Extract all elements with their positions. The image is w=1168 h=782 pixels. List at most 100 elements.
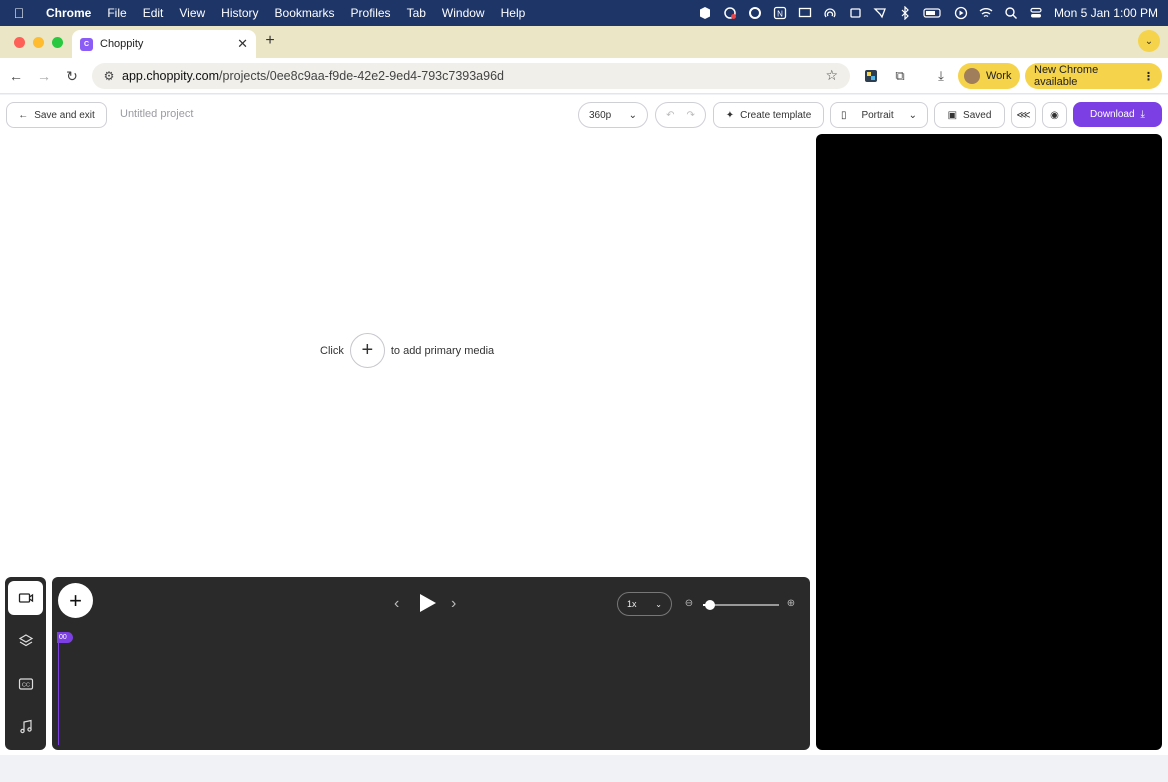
playhead-line[interactable] bbox=[58, 632, 59, 745]
empty-suffix: to add primary media bbox=[390, 344, 495, 357]
empty-prefix: Click bbox=[320, 344, 344, 357]
downloads-icon[interactable]: ⤓ bbox=[932, 67, 950, 85]
orientation-select[interactable]: ▯ Portrait ⌄ bbox=[830, 102, 928, 128]
cursor-icon[interactable] bbox=[873, 6, 887, 20]
share-icon: ⋘ bbox=[1016, 109, 1031, 121]
video-preview[interactable] bbox=[816, 134, 1162, 750]
next-frame-icon[interactable]: › bbox=[451, 595, 456, 613]
redo-icon[interactable]: ↷ bbox=[687, 110, 695, 121]
menu-app-name[interactable]: Chrome bbox=[38, 6, 99, 20]
play-circle-icon[interactable] bbox=[954, 6, 968, 20]
battery-icon[interactable] bbox=[923, 6, 943, 20]
notion-icon[interactable]: N bbox=[773, 6, 787, 20]
back-button[interactable]: ← bbox=[6, 66, 26, 86]
chrome-update-button[interactable]: New Chrome available ⋮ bbox=[1025, 63, 1162, 89]
captions-tool-button[interactable]: CC bbox=[8, 667, 43, 701]
saved-status-button[interactable]: ▣ Saved bbox=[934, 102, 1005, 128]
download-button[interactable]: Download ⤓ bbox=[1073, 102, 1162, 127]
address-bar[interactable]: ⚙ app.choppity.com/projects/0ee8c9aa-f9d… bbox=[92, 63, 850, 89]
chevron-down-icon: ⌄ bbox=[628, 109, 637, 121]
create-template-button[interactable]: ✦ Create template bbox=[713, 102, 824, 128]
music-tool-button[interactable] bbox=[8, 710, 43, 744]
tab-title: Choppity bbox=[100, 38, 144, 50]
browser-tab[interactable]: C Choppity ✕ bbox=[72, 30, 256, 58]
save-and-exit-label: Save and exit bbox=[34, 109, 95, 121]
menu-history[interactable]: History bbox=[213, 6, 266, 20]
save-disk-icon: ▣ bbox=[947, 109, 958, 121]
menu-window[interactable]: Window bbox=[434, 6, 493, 20]
zoom-slider[interactable] bbox=[703, 600, 779, 610]
menu-bookmarks[interactable]: Bookmarks bbox=[267, 6, 343, 20]
cloud-sync-icon[interactable] bbox=[723, 6, 737, 20]
choppity-editor: ← Save and exit Untitled project 360p ⌄ … bbox=[0, 95, 1168, 755]
profile-chip[interactable]: Work bbox=[958, 63, 1020, 89]
zoom-window-button[interactable] bbox=[52, 37, 63, 48]
choppity-favicon-icon: C bbox=[80, 37, 93, 51]
svg-text:N: N bbox=[777, 10, 783, 19]
zoom-slider-thumb[interactable] bbox=[705, 600, 715, 610]
minimize-window-button[interactable] bbox=[33, 37, 44, 48]
empty-media-prompt: Click + to add primary media bbox=[320, 333, 494, 368]
menubar-clock[interactable]: Mon 5 Jan 1:00 PM bbox=[1054, 6, 1158, 20]
control-center-icon[interactable] bbox=[1029, 6, 1043, 20]
zoom-in-icon[interactable]: ⊕ bbox=[785, 597, 797, 609]
resolution-select[interactable]: 360p ⌄ bbox=[578, 102, 648, 128]
status-area: N Mon 5 Jan 1:00 PM bbox=[698, 0, 1158, 26]
share-button[interactable]: ⋘ bbox=[1011, 102, 1036, 128]
extensions-puzzle-icon[interactable]: ⧉ bbox=[891, 67, 909, 85]
search-icon[interactable] bbox=[1004, 6, 1018, 20]
bookmark-star-icon[interactable]: ☆ bbox=[825, 67, 838, 84]
orientation-value: Portrait bbox=[861, 109, 894, 121]
extension-app-icon[interactable] bbox=[862, 67, 880, 85]
arrow-left-icon: ← bbox=[18, 109, 29, 121]
close-window-button[interactable] bbox=[14, 37, 25, 48]
screenshot-button[interactable]: ◉ bbox=[1042, 102, 1067, 128]
chrome-menu-icon[interactable]: ⋮ bbox=[1143, 70, 1154, 83]
undo-redo-group: ↶ ↷ bbox=[655, 102, 706, 128]
video-tool-button[interactable] bbox=[8, 581, 43, 615]
tool-rail: CC bbox=[5, 577, 46, 750]
previous-frame-icon[interactable]: ‹ bbox=[394, 595, 399, 613]
wifi-icon[interactable] bbox=[979, 6, 993, 20]
menu-edit[interactable]: Edit bbox=[135, 6, 172, 20]
menu-tab[interactable]: Tab bbox=[399, 6, 434, 20]
chrome-tab-strip: C Choppity ✕ + ⌄ bbox=[0, 26, 1168, 58]
playback-speed-select[interactable]: 1x ⌄ bbox=[617, 592, 672, 616]
forward-button[interactable]: → bbox=[34, 66, 54, 86]
saved-label: Saved bbox=[963, 109, 992, 121]
url-host: app.choppity.com bbox=[122, 69, 220, 83]
airdrop-icon[interactable] bbox=[823, 6, 837, 20]
new-tab-button[interactable]: + bbox=[262, 32, 278, 50]
menu-profiles[interactable]: Profiles bbox=[343, 6, 399, 20]
site-settings-icon[interactable]: ⚙ bbox=[96, 69, 122, 83]
tab-search-button[interactable]: ⌄ bbox=[1138, 30, 1160, 52]
profile-label: Work bbox=[986, 70, 1012, 82]
layers-tool-button[interactable] bbox=[8, 624, 43, 658]
package-icon[interactable] bbox=[698, 6, 712, 20]
close-tab-icon[interactable]: ✕ bbox=[237, 36, 248, 52]
download-icon: ⤓ bbox=[1140, 109, 1145, 120]
screen-icon[interactable] bbox=[798, 6, 812, 20]
menu-file[interactable]: File bbox=[99, 6, 134, 20]
project-title[interactable]: Untitled project bbox=[120, 108, 193, 120]
download-label: Download bbox=[1090, 109, 1135, 120]
chevron-down-icon: ⌄ bbox=[655, 599, 662, 609]
menu-view[interactable]: View bbox=[171, 6, 213, 20]
bluetooth-icon[interactable] bbox=[898, 6, 912, 20]
circle-icon[interactable] bbox=[748, 6, 762, 20]
menu-help[interactable]: Help bbox=[493, 6, 534, 20]
save-and-exit-button[interactable]: ← Save and exit bbox=[6, 102, 107, 128]
zoom-out-icon[interactable]: ⊖ bbox=[683, 597, 695, 609]
play-icon[interactable] bbox=[420, 594, 436, 612]
sparkle-icon: ✦ bbox=[725, 109, 735, 121]
window-controls bbox=[14, 37, 63, 48]
windows-icon[interactable] bbox=[848, 6, 862, 20]
svg-text:CC: CC bbox=[22, 683, 30, 689]
chrome-toolbar: ← → ↻ ⚙ app.choppity.com/projects/0ee8c9… bbox=[0, 58, 1168, 94]
apple-logo-icon[interactable]:  bbox=[0, 5, 38, 21]
timeline-add-button[interactable]: + bbox=[58, 583, 93, 618]
add-primary-media-button[interactable]: + bbox=[349, 333, 385, 368]
reload-button[interactable]: ↻ bbox=[62, 66, 82, 86]
undo-icon[interactable]: ↶ bbox=[666, 110, 674, 121]
playhead-time-label[interactable]: 00 bbox=[57, 632, 73, 643]
